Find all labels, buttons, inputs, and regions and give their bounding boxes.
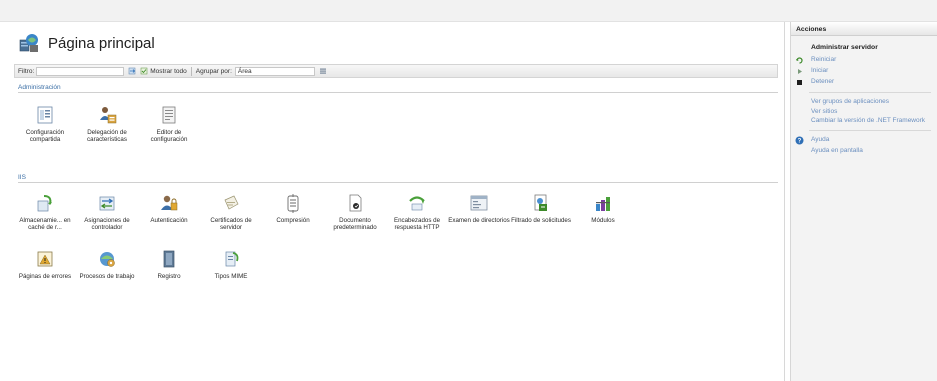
feature-label: Certificados de servidor [210, 217, 252, 232]
feature-configuration-editor[interactable]: Editor de configuración [138, 104, 200, 144]
feature-error-pages[interactable]: Páginas de errores [14, 248, 76, 280]
feature-label: Configuración compartida [25, 129, 65, 144]
feature-output-caching[interactable]: Almacenamie... en caché de r... [14, 192, 76, 232]
stop-icon [797, 80, 802, 85]
mime-types-icon [225, 251, 239, 267]
action-help[interactable]: ? Ayuda [791, 135, 937, 146]
server-certificates-icon [224, 195, 239, 210]
action-label: Detener [811, 78, 835, 85]
feature-label: Documento predeterminado [333, 217, 377, 232]
server-home-icon [19, 34, 38, 52]
title-strip [0, 0, 937, 22]
action-label: Cambiar la versión de .NET Framework [811, 117, 926, 125]
feature-label: Editor de configuración [150, 129, 188, 144]
request-filtering-icon [534, 194, 547, 211]
error-pages-icon [37, 251, 53, 267]
main-panel: Página principal Filtro: Mostrar todo Ag… [10, 22, 785, 381]
config-editor-icon [162, 106, 176, 124]
compression-icon [287, 194, 299, 213]
group-by-select[interactable]: Área [234, 66, 315, 76]
feature-label: Delegación de características [87, 129, 127, 144]
filter-label: Filtro: [18, 67, 35, 75]
feature-label: Filtrado de solicitudes [511, 217, 571, 224]
view-list-icon [319, 68, 326, 74]
show-all-icon [140, 67, 148, 75]
action-label: Ver sitios [811, 107, 838, 115]
section-divider [18, 182, 778, 183]
feature-server-certificates[interactable]: Certificados de servidor [200, 192, 262, 232]
feature-modules[interactable]: Módulos [572, 192, 634, 224]
show-all-label: Mostrar todo [150, 67, 187, 75]
feature-label: Páginas de errores [18, 273, 72, 280]
modules-icon [596, 197, 610, 211]
actions-header: Acciones [791, 22, 937, 36]
action-label: Reiniciar [811, 56, 837, 63]
group-by-label: Agrupar por: [195, 67, 232, 75]
start-icon [798, 69, 802, 74]
feature-handler-mappings[interactable]: Asignaciones de controlador [76, 192, 138, 232]
feature-label: Encabezados de respuesta HTTP [393, 217, 441, 232]
view-mode-button[interactable] [319, 67, 327, 75]
action-label: Ayuda en pantalla [811, 146, 863, 154]
feature-label: Registro [157, 273, 181, 280]
go-button[interactable] [128, 67, 136, 75]
feature-label: Almacenamie... en caché de r... [19, 217, 71, 232]
feature-label: Asignaciones de controlador [84, 217, 130, 232]
section-administration: Administración [18, 84, 778, 93]
feature-authentication[interactable]: Autenticación [138, 192, 200, 224]
action-view-sites[interactable]: Ver sitios [791, 107, 937, 117]
action-view-app-pools[interactable]: Ver grupos de aplicaciones [791, 97, 937, 107]
feature-label: Autenticación [150, 217, 188, 224]
restart-icon [796, 57, 803, 64]
http-headers-icon [409, 196, 425, 211]
feature-label: Procesos de trabajo [79, 273, 135, 280]
show-all-button[interactable]: Mostrar todo [140, 67, 187, 75]
action-label: Ver grupos de aplicaciones [811, 98, 890, 105]
feature-mime-types[interactable]: Tipos MIME [200, 248, 262, 280]
actions-group-title: Administrar servidor [811, 44, 878, 51]
feature-logging[interactable]: Registro [138, 248, 200, 280]
filter-input[interactable] [36, 66, 125, 76]
actions-divider [809, 92, 931, 93]
action-change-dotnet-version[interactable]: Cambiar la versión de .NET Framework [791, 116, 937, 126]
feature-worker-processes[interactable]: Procesos de trabajo [76, 248, 138, 280]
feature-default-document[interactable]: Documento predeterminado [324, 192, 386, 232]
handler-mappings-icon [99, 196, 115, 211]
actions-divider [809, 129, 931, 131]
feature-http-response-headers[interactable]: Encabezados de respuesta HTTP [386, 192, 448, 232]
feature-directory-browsing[interactable]: Examen de directorios [448, 192, 510, 224]
feature-label: Módulos [591, 217, 615, 224]
go-icon [128, 67, 136, 75]
output-cache-icon [37, 195, 52, 212]
section-divider [18, 92, 778, 93]
feature-label: Compresión [276, 217, 310, 224]
feature-shared-configuration[interactable]: Configuración compartida [14, 104, 76, 144]
authentication-icon [161, 195, 178, 211]
action-label: Ayuda [811, 135, 830, 143]
toolbar-separator [190, 66, 192, 76]
page-header: Página principal [18, 32, 155, 54]
shared-config-icon [37, 106, 53, 124]
section-iis: IIS [18, 174, 778, 183]
actions-pane: Acciones Administrar servidor Reiniciar … [790, 22, 937, 381]
action-stop[interactable]: Detener [791, 77, 937, 88]
help-icon: ? [795, 136, 804, 144]
feature-label: Tipos MIME [214, 273, 248, 280]
feature-request-filtering[interactable]: Filtrado de solicitudes [510, 192, 572, 224]
worker-processes-icon [100, 252, 115, 267]
feature-feature-delegation[interactable]: Delegación de características [76, 104, 138, 144]
feature-compression[interactable]: Compresión [262, 192, 324, 224]
feature-delegation-icon [100, 107, 117, 124]
action-online-help[interactable]: Ayuda en pantalla [791, 146, 937, 156]
filter-toolbar: Filtro: Mostrar todo Agrupar por: Área [14, 64, 778, 78]
directory-browsing-icon [470, 195, 488, 211]
page-title: Página principal [48, 34, 155, 52]
default-document-icon [349, 194, 362, 212]
action-restart[interactable]: Reiniciar [791, 55, 937, 66]
feature-label: Examen de directorios [448, 217, 510, 224]
logging-icon [163, 250, 175, 268]
svg-text:?: ? [798, 138, 802, 144]
action-label: Iniciar [811, 67, 829, 74]
action-start[interactable]: Iniciar [791, 66, 937, 77]
